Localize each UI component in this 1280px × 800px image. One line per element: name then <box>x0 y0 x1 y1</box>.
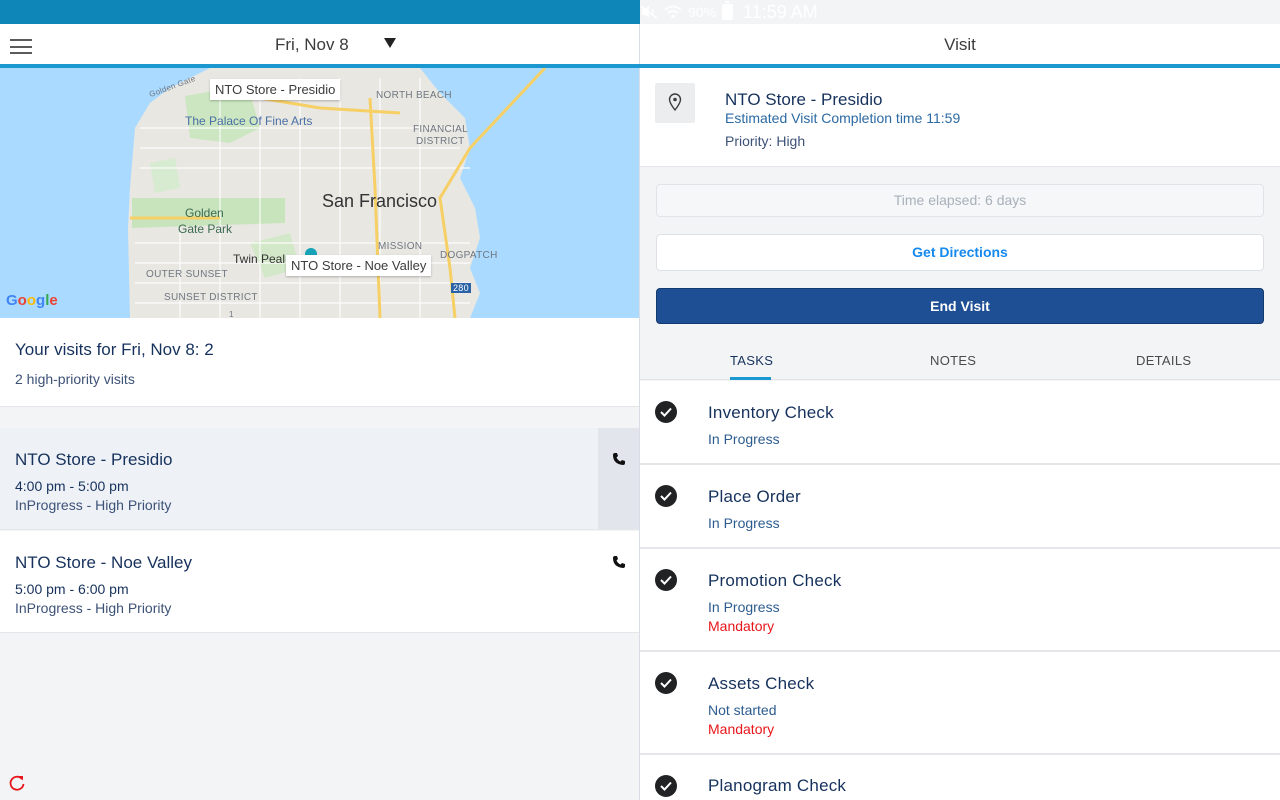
mandatory-label: Mandatory <box>708 618 775 634</box>
map-label: MISSION <box>378 241 423 252</box>
task-item[interactable]: Promotion Check In Progress Mandatory <box>640 549 1280 652</box>
get-directions-button[interactable]: Get Directions <box>656 234 1264 271</box>
task-item[interactable]: Planogram Check <box>640 755 1280 800</box>
task-name: Inventory Check <box>708 403 834 422</box>
mute-icon <box>640 5 658 19</box>
clock: 11:59 AM <box>743 1 818 22</box>
map-label: NORTH BEACH <box>376 90 452 101</box>
task-status: In Progress <box>708 431 780 447</box>
google-logo: Google <box>6 292 58 309</box>
map-label: DISTRICT <box>416 136 465 147</box>
check-icon <box>655 485 677 507</box>
call-button[interactable] <box>598 428 639 529</box>
tab-tasks[interactable]: TASKS <box>730 353 773 368</box>
highway-shield: 280 <box>451 283 471 293</box>
map-label: Gate Park <box>178 222 233 236</box>
task-name: Planogram Check <box>708 776 847 795</box>
account-card: NTO Store - Presidio Estimated Visit Com… <box>640 68 1280 167</box>
map-callout-noe-valley[interactable]: NTO Store - Noe Valley <box>286 255 432 276</box>
visits-panel: Fri, Nov 8 NTO Store - Presidio NTO Stor… <box>0 24 639 800</box>
tab-details[interactable]: DETAILS <box>1136 353 1191 368</box>
task-name: Assets Check <box>708 674 815 693</box>
account-name: NTO Store - Presidio <box>725 90 883 109</box>
map-city-label: San Francisco <box>322 191 438 211</box>
task-item[interactable]: Inventory Check In Progress <box>640 381 1280 465</box>
map-label: OUTER SUNSET <box>146 269 228 280</box>
visit-item-presidio[interactable]: NTO Store - Presidio 4:00 pm - 5:00 pm I… <box>0 428 639 530</box>
priority-label: Priority: High <box>725 133 806 149</box>
task-item[interactable]: Assets Check Not started Mandatory <box>640 652 1280 755</box>
phone-icon <box>613 556 625 568</box>
date-title[interactable]: Fri, Nov 8 <box>275 35 349 55</box>
visit-header-title: Visit <box>944 35 976 54</box>
end-visit-button[interactable]: End Visit <box>656 288 1264 324</box>
caret-down-icon[interactable] <box>384 38 396 48</box>
check-icon <box>655 775 677 797</box>
map-callout-presidio[interactable]: NTO Store - Presidio <box>210 79 341 100</box>
detail-tabs: TASKS NOTES DETAILS <box>640 342 1280 380</box>
visit-item-noe-valley[interactable]: NTO Store - Noe Valley 5:00 pm - 6:00 pm… <box>0 531 639 633</box>
active-tab-indicator <box>730 377 771 380</box>
visit-name: NTO Store - Presidio <box>15 450 173 469</box>
map[interactable]: NTO Store - Presidio NTO Store - Noe Val… <box>0 68 639 318</box>
visit-detail-panel: Visit NTO Store - Presidio Estimated Vis… <box>640 24 1280 800</box>
hamburger-menu-icon[interactable] <box>10 39 32 54</box>
mandatory-label: Mandatory <box>708 721 775 737</box>
phone-icon <box>613 453 625 465</box>
left-header: Fri, Nov 8 <box>0 24 639 65</box>
map-label: FINANCIAL <box>413 124 468 135</box>
tab-notes[interactable]: NOTES <box>930 353 976 368</box>
battery-icon <box>722 1 734 20</box>
task-name: Promotion Check <box>708 571 842 590</box>
map-label: Golden <box>185 206 224 220</box>
map-label: The Palace Of Fine Arts <box>185 114 313 128</box>
check-icon <box>655 672 677 694</box>
refresh-icon[interactable] <box>8 774 26 792</box>
visit-status: InProgress - High Priority <box>15 600 172 616</box>
location-pin-icon <box>655 83 695 123</box>
estimated-completion: Estimated Visit Completion time 11:59 <box>725 110 961 126</box>
visit-time: 4:00 pm - 5:00 pm <box>15 478 129 494</box>
map-label: Twin Peal <box>233 252 286 266</box>
highway-shield: 1 <box>229 310 234 318</box>
wifi-icon <box>664 5 682 19</box>
header-accent-bar <box>0 64 1280 68</box>
check-icon <box>655 569 677 591</box>
task-status: In Progress <box>708 599 780 615</box>
visits-summary: Your visits for Fri, Nov 8: 2 2 high-pri… <box>0 318 639 407</box>
map-label: SUNSET DISTRICT <box>164 292 258 303</box>
map-graphic <box>0 68 639 318</box>
status-bar: 90% 11:59 AM <box>0 0 1280 24</box>
task-item[interactable]: Place Order In Progress <box>640 465 1280 549</box>
check-icon <box>655 401 677 423</box>
task-name: Place Order <box>708 487 801 506</box>
map-label: DOGPATCH <box>440 250 498 261</box>
right-header: Visit <box>640 24 1280 65</box>
visits-summary-sub: 2 high-priority visits <box>15 371 135 387</box>
visit-time: 5:00 pm - 6:00 pm <box>15 581 129 597</box>
visit-name: NTO Store - Noe Valley <box>15 553 192 572</box>
visits-summary-heading: Your visits for Fri, Nov 8: 2 <box>15 340 214 359</box>
call-button[interactable] <box>598 531 639 632</box>
battery-percent: 90% <box>688 4 717 20</box>
time-elapsed: Time elapsed: 6 days <box>656 184 1264 217</box>
visit-status: InProgress - High Priority <box>15 497 172 513</box>
task-status: Not started <box>708 702 777 718</box>
task-status: In Progress <box>708 515 780 531</box>
